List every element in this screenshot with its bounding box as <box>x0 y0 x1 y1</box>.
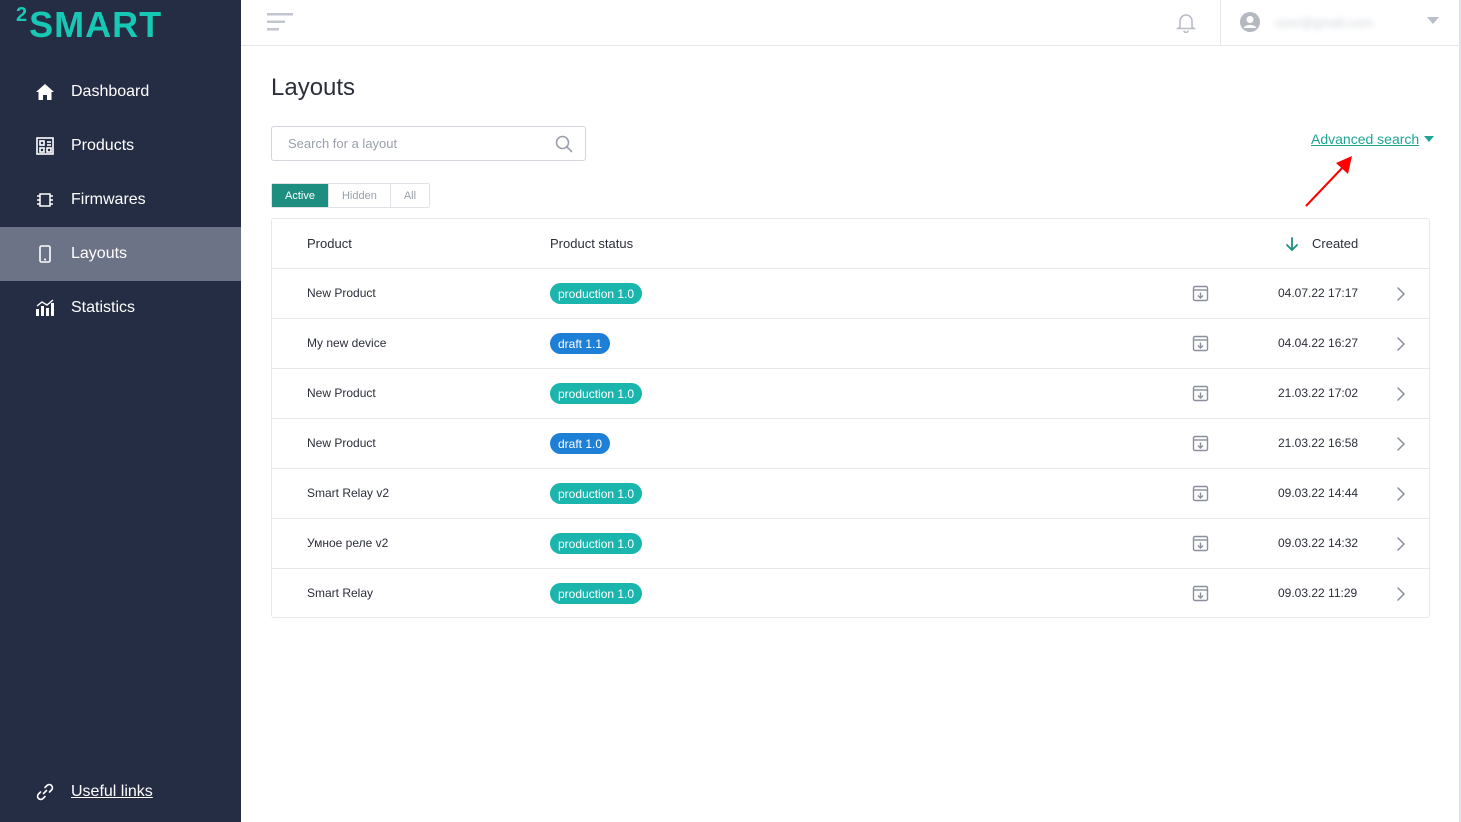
user-avatar-icon <box>1240 12 1260 32</box>
status-badge: production 1.0 <box>550 483 643 504</box>
row-product-name: Smart Relay <box>307 586 374 600</box>
row-created-date: 04.04.22 16:27 <box>1278 336 1359 350</box>
archive-icon[interactable] <box>1192 335 1209 352</box>
chevron-right-icon[interactable] <box>1394 486 1408 502</box>
row-product-name: New Product <box>307 386 376 400</box>
row-created-date: 09.03.22 11:29 <box>1278 586 1358 600</box>
row-product-name: New Product <box>307 286 376 300</box>
row-created-date: 04.07.22 17:17 <box>1278 286 1359 300</box>
archive-icon[interactable] <box>1192 435 1209 452</box>
table-row[interactable]: Умное реле v2 production 1.0 09.03.22 14:3… <box>272 519 1429 569</box>
row-product-name: My new device <box>307 336 387 350</box>
bell-icon <box>1175 14 1197 34</box>
archive-icon[interactable] <box>1192 285 1209 302</box>
sort-arrow-down-icon <box>1286 236 1298 251</box>
chevron-right-icon[interactable] <box>1394 386 1408 402</box>
caret-down-icon <box>1424 136 1435 142</box>
products-icon <box>35 136 55 156</box>
layouts-table: Product Product status Created New Produ… <box>271 218 1430 618</box>
search-box <box>271 126 586 161</box>
archive-icon[interactable] <box>1192 585 1209 602</box>
sidebar-item-firmwares[interactable]: Firmwares <box>0 173 241 227</box>
tab-hidden[interactable]: Hidden <box>327 184 390 207</box>
brand-logo-superscript: 2 <box>16 4 28 26</box>
table-row[interactable]: New Product production 1.0 21.03.22 17:02 <box>272 369 1429 419</box>
annotation-arrow-icon <box>1305 156 1352 207</box>
search-input[interactable] <box>288 127 548 160</box>
useful-links-link[interactable]: Useful links <box>35 782 153 802</box>
status-badge: draft 1.1 <box>550 333 611 354</box>
column-header-created-label: Created <box>1312 236 1359 251</box>
sidebar-item-label: Statistics <box>71 299 136 316</box>
menu-icon <box>267 13 293 31</box>
sidebar: 2 SMART Dashboard Products Firmwares Lay… <box>0 0 241 822</box>
column-header-product: Product <box>307 236 352 251</box>
advanced-search-label: Advanced search <box>1311 131 1420 147</box>
table-row[interactable]: New Product draft 1.0 21.03.22 16:58 <box>272 419 1429 469</box>
phone-icon <box>35 244 55 264</box>
status-filter-tabs: Active Hidden All <box>271 183 431 208</box>
chart-icon <box>35 298 55 318</box>
column-header-status: Product status <box>550 236 634 251</box>
archive-icon[interactable] <box>1192 385 1209 402</box>
row-created-date: 09.03.22 14:44 <box>1278 486 1359 500</box>
table-row[interactable]: Smart Relay v2 production 1.0 09.03.22 14:… <box>272 469 1429 519</box>
sidebar-item-label: Layouts <box>71 245 128 262</box>
table-body: New Product production 1.0 04.07.22 17:17 M… <box>272 269 1429 619</box>
chip-icon <box>35 190 55 210</box>
row-created-date: 21.03.22 16:58 <box>1278 436 1359 450</box>
header-divider <box>1220 0 1221 45</box>
tab-active[interactable]: Active <box>272 184 328 207</box>
column-header-created[interactable]: Created <box>1284 236 1358 252</box>
status-badge: production 1.0 <box>550 583 643 604</box>
table-row[interactable]: My new device draft 1.1 04.04.22 16:27 <box>272 319 1429 369</box>
sidebar-item-dashboard[interactable]: Dashboard <box>0 65 241 119</box>
brand-logo[interactable]: 2 SMART <box>16 4 163 45</box>
brand-logo-word: SMART <box>29 4 163 45</box>
chevron-right-icon[interactable] <box>1394 336 1408 352</box>
row-product-name: Smart Relay v2 <box>307 486 390 500</box>
row-product-name: New Product <box>307 436 376 450</box>
status-badge: production 1.0 <box>550 283 643 304</box>
chevron-down-icon <box>1427 17 1439 24</box>
sidebar-item-label: Dashboard <box>71 83 150 100</box>
row-product-name: Умное реле v2 <box>307 536 389 550</box>
user-menu[interactable]: user@gmail.com <box>1239 9 1439 35</box>
search-icon[interactable] <box>555 135 573 153</box>
sidebar-item-label: Firmwares <box>71 191 146 208</box>
sidebar-item-layouts[interactable]: Layouts <box>0 227 241 281</box>
status-badge: draft 1.0 <box>550 433 611 454</box>
table-row[interactable]: Smart Relay production 1.0 09.03.22 11:29 <box>272 569 1429 619</box>
tab-all[interactable]: All <box>389 184 430 207</box>
advanced-search-link[interactable]: Advanced search <box>1311 131 1435 147</box>
row-created-date: 21.03.22 17:02 <box>1278 386 1359 400</box>
link-icon <box>35 782 55 802</box>
chevron-right-icon[interactable] <box>1394 536 1408 552</box>
archive-icon[interactable] <box>1192 535 1209 552</box>
page-title: Layouts <box>271 74 356 101</box>
notifications-button[interactable] <box>1175 11 1197 34</box>
top-header: user@gmail.com <box>241 0 1461 46</box>
status-badge: production 1.0 <box>550 383 643 404</box>
chevron-right-icon[interactable] <box>1394 586 1408 602</box>
user-email: user@gmail.com <box>1275 14 1373 30</box>
chevron-right-icon[interactable] <box>1394 286 1408 302</box>
status-badge: production 1.0 <box>550 533 643 554</box>
table-header: Product Product status Created <box>272 219 1429 269</box>
sidebar-item-statistics[interactable]: Statistics <box>0 281 241 335</box>
sidebar-nav: Dashboard Products Firmwares Layouts Sta… <box>0 65 241 335</box>
table-row[interactable]: New Product production 1.0 04.07.22 17:17 <box>272 269 1429 319</box>
useful-links-label: Useful links <box>71 783 153 800</box>
chevron-right-icon[interactable] <box>1394 436 1408 452</box>
row-created-date: 09.03.22 14:32 <box>1278 536 1359 550</box>
sidebar-item-products[interactable]: Products <box>0 119 241 173</box>
sidebar-item-label: Products <box>71 137 135 154</box>
menu-toggle-button[interactable] <box>267 12 295 32</box>
archive-icon[interactable] <box>1192 485 1209 502</box>
home-icon <box>35 82 55 102</box>
